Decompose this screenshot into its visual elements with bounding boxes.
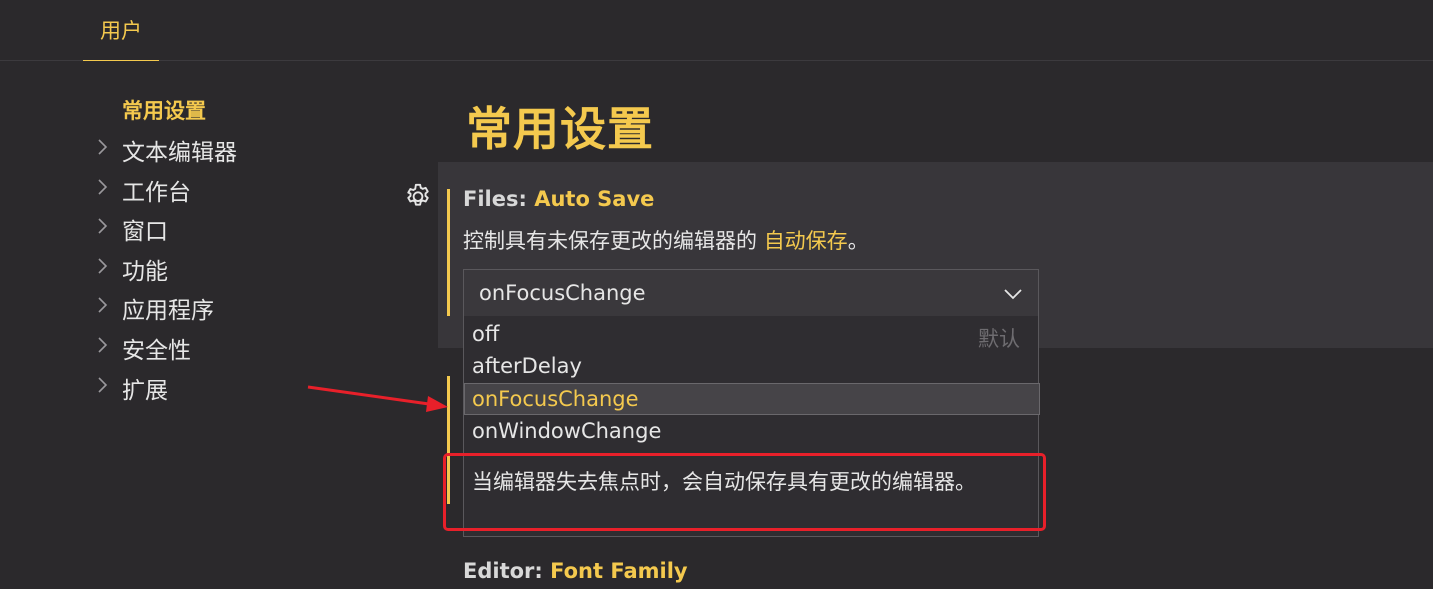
sidebar-item-label: 常用设置 — [122, 99, 206, 123]
modified-indicator — [447, 189, 450, 316]
chevron-right-icon — [92, 335, 112, 355]
chevron-right-icon — [92, 177, 112, 197]
sidebar-item-label: 窗口 — [122, 219, 168, 245]
setting-key: Font Family — [550, 559, 688, 583]
gear-icon[interactable] — [403, 181, 433, 211]
sidebar-item-label: 文本编辑器 — [122, 140, 237, 166]
sidebar-item-label: 扩展 — [122, 378, 168, 404]
default-label: 默认 — [978, 327, 1020, 351]
auto-save-link[interactable]: 自动保存 — [764, 229, 848, 253]
chevron-right-icon — [92, 216, 112, 236]
setting-desc-text: 控制具有未保存更改的编辑器的 — [463, 229, 764, 253]
select-value: onFocusChange — [479, 281, 646, 305]
option-label: onFocusChange — [472, 387, 639, 411]
option-on-focus-change[interactable]: onFocusChange — [464, 383, 1040, 415]
sidebar-item-workbench[interactable]: 工作台 — [92, 168, 392, 208]
option-label: off — [472, 322, 500, 346]
setting-title: Files: Auto Save — [463, 187, 654, 211]
setting-category: Editor: — [463, 559, 551, 583]
chevron-right-icon — [92, 137, 112, 157]
sidebar-item-features[interactable]: 功能 — [92, 247, 392, 287]
next-setting-title: Editor: Font Family — [463, 559, 688, 583]
sidebar-item-window[interactable]: 窗口 — [92, 207, 392, 247]
option-on-window-change[interactable]: onWindowChange — [464, 416, 1040, 448]
tab-user[interactable]: 用户 — [83, 0, 159, 61]
sidebar-item-label: 应用程序 — [122, 298, 214, 324]
setting-description: 控制具有未保存更改的编辑器的 自动保存。 — [463, 225, 869, 255]
sidebar-item-label: 工作台 — [122, 180, 191, 206]
chevron-right-icon — [92, 295, 112, 315]
setting-key: Auto Save — [534, 187, 655, 211]
option-label: onWindowChange — [472, 419, 662, 443]
setting-category: Files: — [463, 187, 535, 211]
sidebar-item-label: 安全性 — [122, 338, 191, 364]
option-off[interactable]: off 默认 — [464, 319, 1040, 351]
tab-bar: 用户 — [0, 0, 1433, 61]
chevron-right-icon — [92, 375, 112, 395]
auto-save-select[interactable]: onFocusChange — [463, 269, 1039, 317]
chevron-down-icon — [1002, 283, 1024, 305]
sidebar-item-text-editor[interactable]: 文本编辑器 — [92, 128, 392, 168]
sidebar-item-common[interactable]: 常用设置 — [92, 88, 392, 128]
sidebar-item-security[interactable]: 安全性 — [92, 326, 392, 366]
sidebar-item-label: 功能 — [122, 259, 168, 285]
sidebar-item-application[interactable]: 应用程序 — [92, 286, 392, 326]
option-after-delay[interactable]: afterDelay — [464, 351, 1040, 383]
settings-window: 用户 常用设置 文本编辑器 工作台 窗口 功能 应用程序 安全性 扩展 常用设置… — [0, 0, 1433, 589]
annotation-highlight-box — [443, 453, 1046, 531]
option-label: afterDelay — [472, 354, 582, 378]
page-title: 常用设置 — [466, 102, 654, 156]
chevron-right-icon — [92, 256, 112, 276]
annotation-arrow-icon — [307, 385, 448, 412]
setting-desc-suffix: 。 — [847, 229, 869, 253]
